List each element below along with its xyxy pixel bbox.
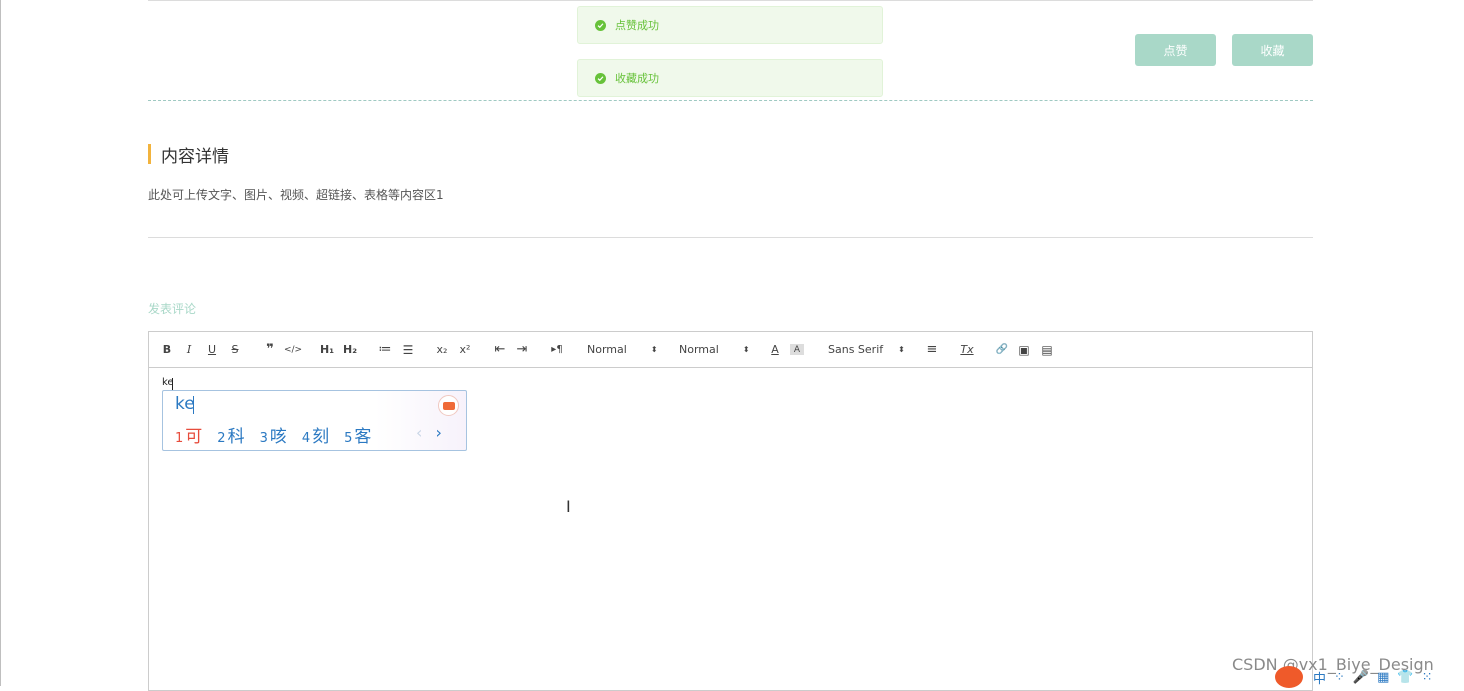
- header-select[interactable]: Normal ⬍: [679, 332, 750, 367]
- text-direction-button[interactable]: ▸¶: [549, 332, 565, 367]
- candidate-char: 客: [354, 427, 372, 447]
- candidate-number: 4: [301, 431, 311, 446]
- like-button[interactable]: 点赞: [1135, 34, 1216, 66]
- page-left-border: [0, 0, 1, 686]
- header-1-button[interactable]: H₁: [319, 332, 335, 367]
- video-button[interactable]: ▤: [1040, 332, 1054, 367]
- italic-button[interactable]: I: [183, 332, 195, 367]
- chinese-mode-icon[interactable]: 中: [1313, 668, 1326, 687]
- comment-label: 发表评论: [148, 302, 197, 316]
- size-select[interactable]: Normal ⬍: [587, 332, 658, 367]
- candidate-char: 咳: [269, 427, 287, 447]
- text-caret: [172, 378, 173, 390]
- candidate-number: 2: [217, 431, 226, 446]
- ime-candidate[interactable]: 1 可: [175, 422, 202, 447]
- font-select-value: Sans Serif: [828, 343, 884, 356]
- dashed-divider: [148, 100, 1313, 101]
- ime-logo-icon[interactable]: [438, 395, 459, 416]
- dropdown-arrow-icon: ⬍: [742, 345, 750, 354]
- punctuation-icon[interactable]: ⁘: [1334, 670, 1345, 685]
- top-divider: [148, 0, 1313, 1]
- candidate-number: 5: [344, 431, 353, 446]
- candidate-number: 3: [259, 431, 268, 446]
- code-block-button[interactable]: </>: [284, 332, 302, 367]
- skin-icon[interactable]: 👕: [1397, 670, 1413, 685]
- ordered-list-button[interactable]: ≔: [378, 332, 392, 367]
- align-button[interactable]: ≡: [925, 332, 939, 367]
- keyboard-icon[interactable]: ▦: [1377, 670, 1389, 685]
- text-cursor-icon: I: [566, 497, 571, 516]
- bold-button[interactable]: B: [161, 332, 173, 367]
- clean-format-button[interactable]: Tx: [960, 332, 974, 367]
- content-description: 此处可上传文字、图片、视频、超链接、表格等内容区1: [148, 188, 444, 202]
- microphone-icon[interactable]: 🎤: [1353, 670, 1369, 685]
- strike-button[interactable]: S: [229, 332, 241, 367]
- chevron-left-icon[interactable]: ‹: [416, 423, 422, 442]
- ime-candidate-popup: ke 1 可 2 科 3 咳 4 刻 5 客 ‹ ›: [162, 390, 467, 451]
- ime-page-nav: ‹ ›: [416, 423, 442, 442]
- candidate-char: 可: [185, 427, 203, 447]
- favorite-button[interactable]: 收藏: [1232, 34, 1313, 66]
- blockquote-button[interactable]: ❞: [262, 332, 278, 367]
- chevron-right-icon[interactable]: ›: [436, 423, 442, 442]
- like-success-toast: 点赞成功: [577, 6, 883, 44]
- toast-text: 点赞成功: [615, 19, 659, 32]
- sogou-logo-icon[interactable]: [1275, 666, 1303, 688]
- ime-composition: ke: [175, 394, 195, 414]
- candidate-char: 刻: [312, 427, 330, 447]
- header-select-value: Normal: [679, 343, 719, 356]
- font-select[interactable]: Sans Serif ⬍: [828, 332, 910, 367]
- rich-text-editor[interactable]: B I U S ❞ </> H₁ H₂ ≔ ☰ x₂ x² ⇤ ⇥ ▸¶ Nor…: [148, 331, 1313, 691]
- header-2-button[interactable]: H₂: [342, 332, 358, 367]
- ime-caret: [193, 396, 194, 414]
- link-button[interactable]: 🔗: [994, 332, 1010, 367]
- ime-toolbar: 中 ⁘ 🎤 ▦ 👕 ⁙: [1275, 666, 1441, 688]
- toast-text: 收藏成功: [615, 72, 659, 85]
- check-circle-icon: [595, 72, 606, 84]
- superscript-button[interactable]: x²: [458, 332, 472, 367]
- ime-candidate[interactable]: 5 客: [344, 422, 371, 447]
- content-divider: [148, 237, 1313, 238]
- bullet-list-button[interactable]: ☰: [401, 332, 415, 367]
- toolbox-icon[interactable]: ⁙: [1422, 670, 1433, 685]
- font-color-button[interactable]: A: [768, 332, 782, 367]
- image-button[interactable]: ▣: [1017, 332, 1031, 367]
- editor-toolbar: B I U S ❞ </> H₁ H₂ ≔ ☰ x₂ x² ⇤ ⇥ ▸¶ Nor…: [149, 332, 1312, 368]
- check-circle-icon: [595, 19, 606, 31]
- ime-candidate[interactable]: 2 科: [217, 422, 244, 447]
- subscript-button[interactable]: x₂: [435, 332, 449, 367]
- dropdown-arrow-icon: ⬍: [898, 345, 905, 354]
- underline-button[interactable]: U: [206, 332, 218, 367]
- ime-candidate[interactable]: 4 刻: [302, 422, 329, 447]
- ime-candidates: 1 可 2 科 3 咳 4 刻 5 客: [175, 422, 386, 447]
- background-color-button[interactable]: A: [790, 344, 804, 355]
- indent-button[interactable]: ⇥: [515, 332, 529, 367]
- dropdown-arrow-icon: ⬍: [650, 345, 658, 354]
- favorite-success-toast: 收藏成功: [577, 59, 883, 97]
- outdent-button[interactable]: ⇤: [493, 332, 507, 367]
- heading-accent-bar: [148, 144, 151, 164]
- page-title: 内容详情: [161, 146, 229, 167]
- section-heading: 内容详情: [148, 144, 229, 167]
- size-select-value: Normal: [587, 343, 627, 356]
- ime-candidate[interactable]: 3 咳: [260, 422, 287, 447]
- candidate-char: 科: [227, 427, 245, 447]
- candidate-number: 1: [175, 431, 184, 446]
